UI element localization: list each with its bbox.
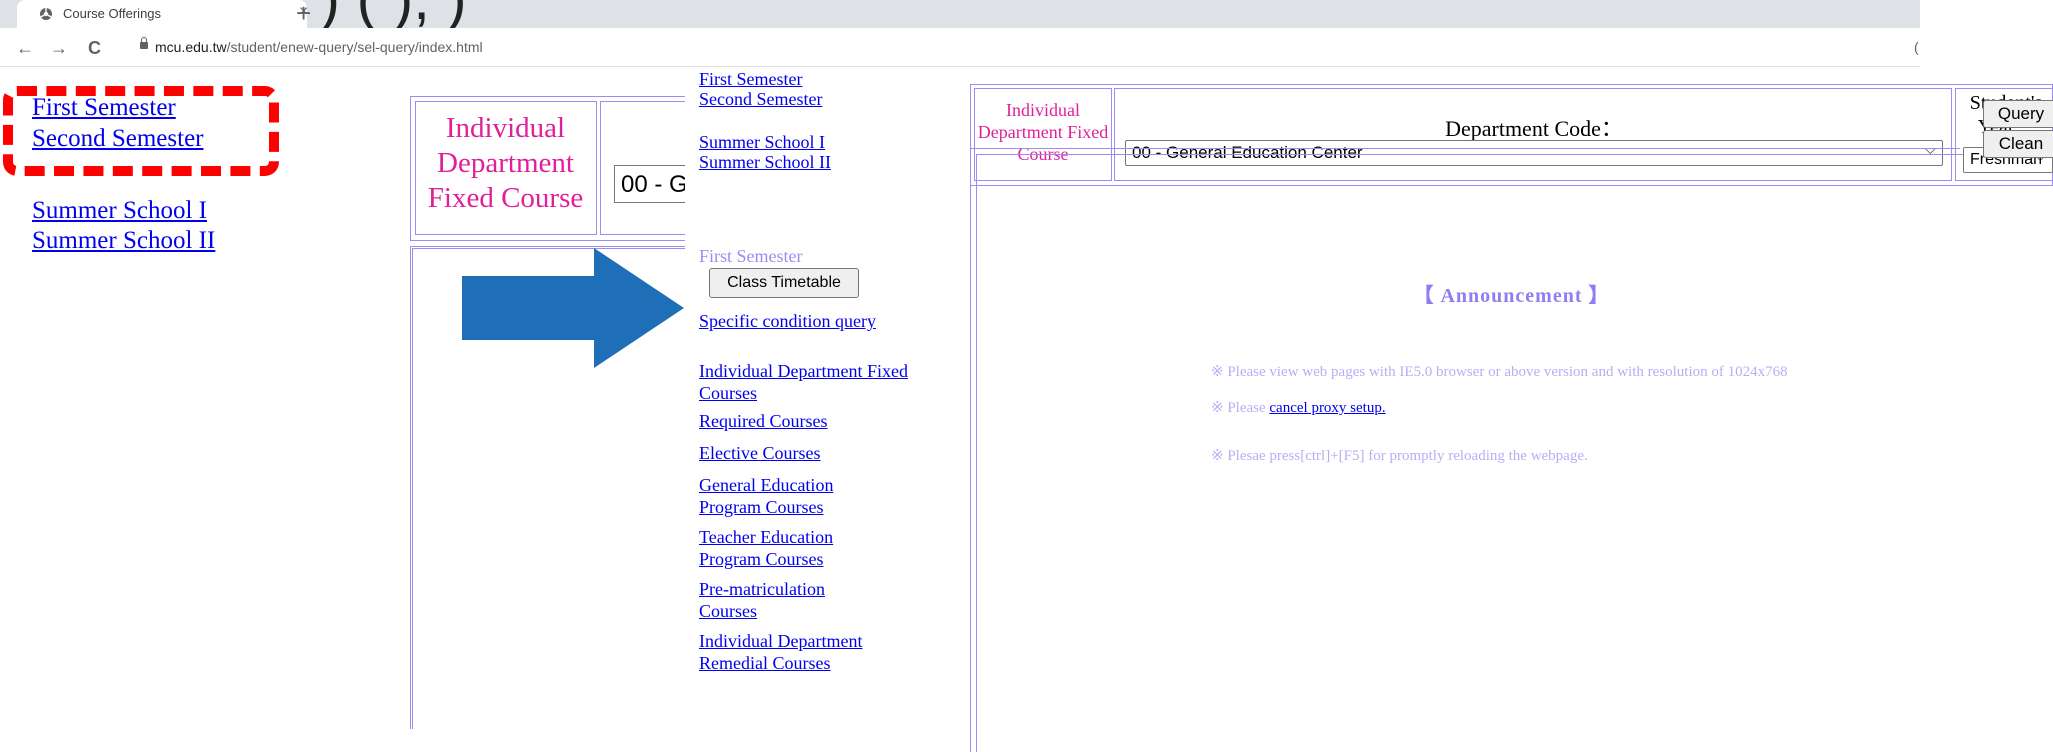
clean-button[interactable]: Clean xyxy=(1983,130,2053,158)
dept-code-label: Department Code： xyxy=(1445,116,1623,141)
highlight-box xyxy=(3,86,279,176)
right-arrow-icon xyxy=(462,248,684,368)
forward-arrow-icon[interactable]: → xyxy=(50,38,68,59)
sidebar: First Semester Second Semester Summer Sc… xyxy=(685,69,980,752)
sidebar-second-semester-link[interactable]: Second Semester xyxy=(699,88,822,110)
address-bar-right-edge: ( xyxy=(1914,39,1919,55)
sidebar-item-individual-dept-remedial[interactable]: Individual Department Remedial Courses xyxy=(699,630,909,674)
sidebar-item-teacher-education[interactable]: Teacher Education Program Courses xyxy=(699,526,884,570)
announcement-line-2-prefix: ※ Please xyxy=(1211,400,1270,416)
plus-icon[interactable]: + xyxy=(296,0,311,29)
tab-bar: Course Offerings × + xyxy=(0,0,1920,28)
lock-icon xyxy=(140,37,148,49)
sidebar-section-title: First Semester xyxy=(699,246,803,266)
class-timetable-button[interactable]: Class Timetable xyxy=(709,268,859,298)
address-bar: ← → C mcu.edu.tw/student/enew-query/sel-… xyxy=(0,28,1920,67)
sidebar-item-elective-courses[interactable]: Elective Courses xyxy=(699,442,820,464)
sidebar-summer-school-1-link[interactable]: Summer School I xyxy=(699,131,825,153)
sidebar-item-individual-dept-fixed[interactable]: Individual Department Fixed Courses xyxy=(699,360,909,404)
reload-icon[interactable]: C xyxy=(88,38,101,59)
announcement-line-2: ※ Please cancel proxy setup. xyxy=(1211,398,1386,417)
query-button[interactable]: Query xyxy=(1983,100,2053,128)
sidebar-item-specific-condition-query[interactable]: Specific condition query xyxy=(699,310,884,332)
favicon-icon xyxy=(40,8,52,20)
announcement-title: 【 Announcement 】 xyxy=(1413,285,1610,307)
summer-school-1-link[interactable]: Summer School I xyxy=(32,197,207,224)
sidebar-item-pre-matriculation[interactable]: Pre-matriculation Courses xyxy=(699,578,884,622)
sidebar-first-semester-link[interactable]: First Semester xyxy=(699,68,803,90)
sidebar-item-general-education[interactable]: General Education Program Courses xyxy=(699,474,884,518)
button-cell: Query Clean xyxy=(1959,88,2053,181)
url-domain: mcu.edu.tw xyxy=(155,39,227,55)
browser-tab[interactable]: Course Offerings × xyxy=(17,0,308,28)
tab-title: Course Offerings xyxy=(63,6,162,21)
cancel-proxy-link[interactable]: cancel proxy setup. xyxy=(1269,400,1385,416)
summer-school-2-link[interactable]: Summer School II xyxy=(32,227,215,254)
url-field[interactable]: mcu.edu.tw/student/enew-query/sel-query/… xyxy=(155,39,483,55)
back-arrow-icon[interactable]: ← xyxy=(16,38,34,59)
announcement-line-3: ※ Plesae press[ctrl]+[F5] for promptly r… xyxy=(1211,448,1588,464)
summer-links: Summer School I Summer School II xyxy=(32,196,215,256)
announcement-line-1: ※ Please view web pages with IE5.0 brows… xyxy=(1211,364,1788,380)
background-individual-dept-label: Individual Department Fixed Course xyxy=(427,112,584,214)
sidebar-summer-school-2-link[interactable]: Summer School II xyxy=(699,151,831,173)
sidebar-item-required-courses[interactable]: Required Courses xyxy=(699,410,827,432)
url-path: /student/enew-query/sel-query/index.html xyxy=(226,39,483,55)
